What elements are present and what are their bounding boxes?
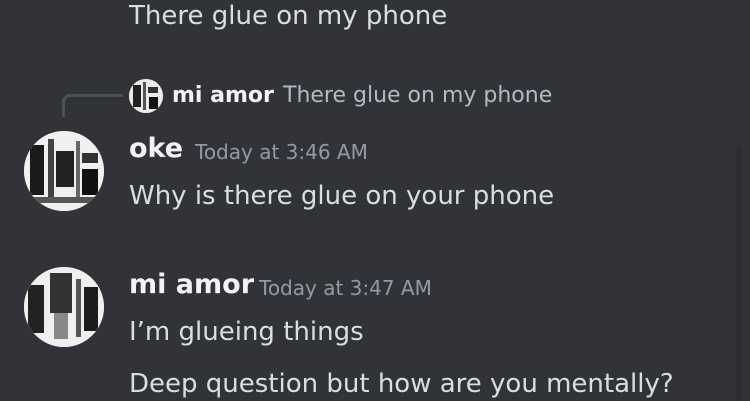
avatar-oke-image	[24, 131, 104, 211]
message-text: I’m glueing things	[129, 317, 364, 347]
message-timestamp: Today at 3:47 AM	[259, 276, 432, 300]
reply-spine-line	[62, 94, 123, 117]
message-text: Deep question but how are you mentally?	[129, 369, 674, 399]
avatar-oke[interactable]	[24, 131, 104, 211]
message-timestamp: Today at 3:46 AM	[195, 140, 368, 164]
avatar-mi-amor-image	[24, 267, 104, 347]
username-oke[interactable]: oke	[129, 133, 183, 164]
message-text-previous: There glue on my phone	[129, 1, 448, 31]
chat-message-list[interactable]: There glue on my phone mi amor There glu…	[0, 0, 750, 401]
reply-avatar[interactable]	[129, 79, 163, 113]
message-text: Why is there glue on your phone	[129, 181, 555, 211]
avatar-mi-amor[interactable]	[24, 267, 104, 347]
reply-avatar-image	[129, 79, 163, 113]
reply-author-name[interactable]: mi amor	[172, 83, 274, 108]
username-mi-amor[interactable]: mi amor	[129, 269, 254, 300]
chat-scrollbar[interactable]	[736, 145, 742, 401]
reply-message-preview[interactable]: There glue on my phone	[283, 83, 552, 108]
